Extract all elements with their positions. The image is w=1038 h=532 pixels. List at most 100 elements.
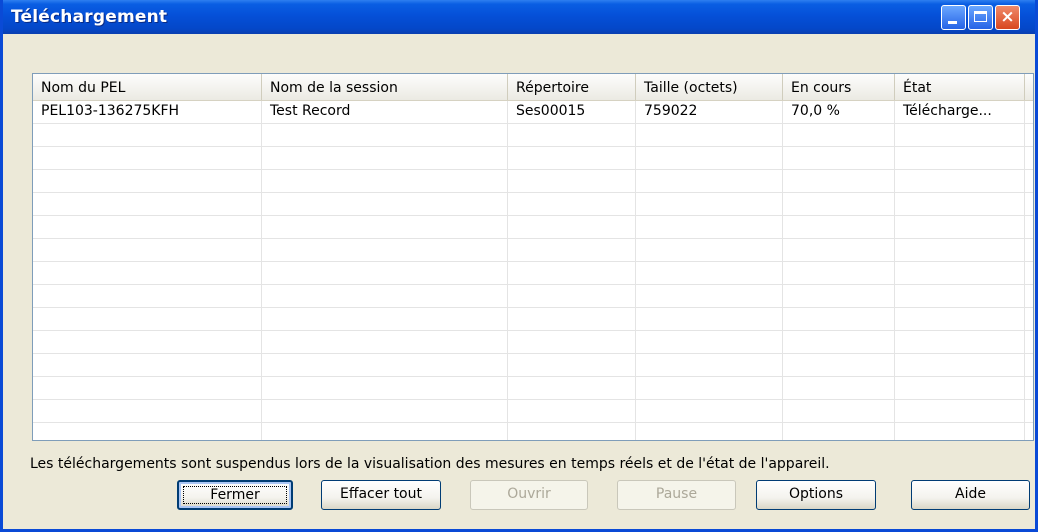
empty-cell	[895, 216, 1025, 238]
empty-cell	[508, 239, 636, 261]
empty-cell	[262, 308, 508, 330]
list-header: Nom du PEL Nom de la session Répertoire …	[33, 74, 1033, 101]
empty-cell	[895, 193, 1025, 215]
empty-table-row	[33, 308, 1033, 331]
empty-cell	[508, 377, 636, 399]
empty-cell	[508, 262, 636, 284]
empty-cell	[895, 331, 1025, 353]
empty-cell	[636, 147, 783, 169]
list-rows: PEL103-136275KFH Test Record Ses00015 75…	[33, 101, 1033, 440]
help-button[interactable]: Aide	[911, 480, 1030, 510]
empty-cell	[783, 354, 895, 376]
empty-table-row	[33, 354, 1033, 377]
title-bar[interactable]: Téléchargement ×	[3, 0, 1035, 34]
empty-cell	[895, 147, 1025, 169]
cell-state: Télécharge...	[895, 101, 1025, 123]
open-button: Ouvrir	[470, 480, 588, 510]
empty-cell	[508, 285, 636, 307]
clear-all-button[interactable]: Effacer tout	[321, 480, 441, 510]
column-header-state[interactable]: État	[895, 74, 1025, 100]
column-header-directory[interactable]: Répertoire	[508, 74, 636, 100]
cell-directory: Ses00015	[508, 101, 636, 123]
empty-cell	[508, 147, 636, 169]
empty-cell	[33, 377, 262, 399]
empty-cell	[636, 216, 783, 238]
empty-cell	[636, 262, 783, 284]
empty-cell	[262, 331, 508, 353]
empty-cell	[783, 377, 895, 399]
empty-cell	[508, 354, 636, 376]
column-header-size[interactable]: Taille (octets)	[636, 74, 783, 100]
window-title: Téléchargement	[11, 7, 168, 27]
empty-table-row	[33, 216, 1033, 239]
downloads-list[interactable]: Nom du PEL Nom de la session Répertoire …	[32, 73, 1034, 441]
empty-cell	[783, 239, 895, 261]
empty-cell	[895, 354, 1025, 376]
empty-cell	[783, 147, 895, 169]
empty-cell	[262, 193, 508, 215]
empty-cell	[508, 400, 636, 422]
empty-cell	[636, 170, 783, 192]
empty-cell	[783, 285, 895, 307]
column-header-in-progress[interactable]: En cours	[783, 74, 895, 100]
empty-cell	[895, 170, 1025, 192]
empty-cell	[262, 423, 508, 440]
empty-cell	[895, 423, 1025, 440]
empty-cell	[895, 239, 1025, 261]
focus-rect	[183, 486, 287, 504]
empty-cell	[262, 170, 508, 192]
empty-cell	[262, 239, 508, 261]
empty-cell	[33, 308, 262, 330]
empty-cell	[783, 170, 895, 192]
empty-cell	[33, 239, 262, 261]
empty-table-row	[33, 170, 1033, 193]
empty-cell	[895, 308, 1025, 330]
empty-cell	[783, 216, 895, 238]
suspend-notice: Les téléchargements sont suspendus lors …	[30, 456, 830, 472]
empty-table-row	[33, 377, 1033, 400]
empty-cell	[262, 262, 508, 284]
minimize-icon	[948, 21, 957, 24]
empty-table-row	[33, 193, 1033, 216]
empty-cell	[508, 124, 636, 146]
empty-cell	[783, 423, 895, 440]
download-window: Téléchargement × Nom du PEL Nom de la se…	[0, 0, 1038, 532]
options-button[interactable]: Options	[756, 480, 876, 510]
empty-table-row	[33, 400, 1033, 423]
empty-table-row	[33, 124, 1033, 147]
empty-cell	[636, 400, 783, 422]
empty-cell	[508, 423, 636, 440]
empty-cell	[508, 170, 636, 192]
empty-cell	[636, 377, 783, 399]
empty-cell	[262, 354, 508, 376]
empty-cell	[33, 331, 262, 353]
empty-cell	[33, 216, 262, 238]
empty-cell	[33, 262, 262, 284]
empty-cell	[262, 124, 508, 146]
empty-cell	[895, 285, 1025, 307]
minimize-button[interactable]	[941, 5, 966, 30]
empty-cell	[508, 216, 636, 238]
empty-cell	[33, 400, 262, 422]
maximize-button[interactable]	[968, 5, 993, 30]
empty-cell	[636, 285, 783, 307]
empty-cell	[262, 285, 508, 307]
cell-pel-name: PEL103-136275KFH	[33, 101, 262, 123]
empty-table-row	[33, 262, 1033, 285]
close-button[interactable]: ×	[995, 5, 1020, 30]
empty-cell	[636, 193, 783, 215]
cell-size: 759022	[636, 101, 783, 123]
empty-cell	[783, 262, 895, 284]
column-header-pel-name[interactable]: Nom du PEL	[33, 74, 262, 100]
empty-cell	[33, 423, 262, 440]
empty-cell	[636, 239, 783, 261]
close-dialog-button[interactable]: Fermer	[177, 480, 293, 510]
empty-cell	[783, 400, 895, 422]
empty-cell	[262, 216, 508, 238]
table-row[interactable]: PEL103-136275KFH Test Record Ses00015 75…	[33, 101, 1033, 124]
column-header-session-name[interactable]: Nom de la session	[262, 74, 508, 100]
empty-cell	[508, 331, 636, 353]
empty-cell	[783, 331, 895, 353]
empty-cell	[33, 170, 262, 192]
cell-in-progress: 70,0 %	[783, 101, 895, 123]
